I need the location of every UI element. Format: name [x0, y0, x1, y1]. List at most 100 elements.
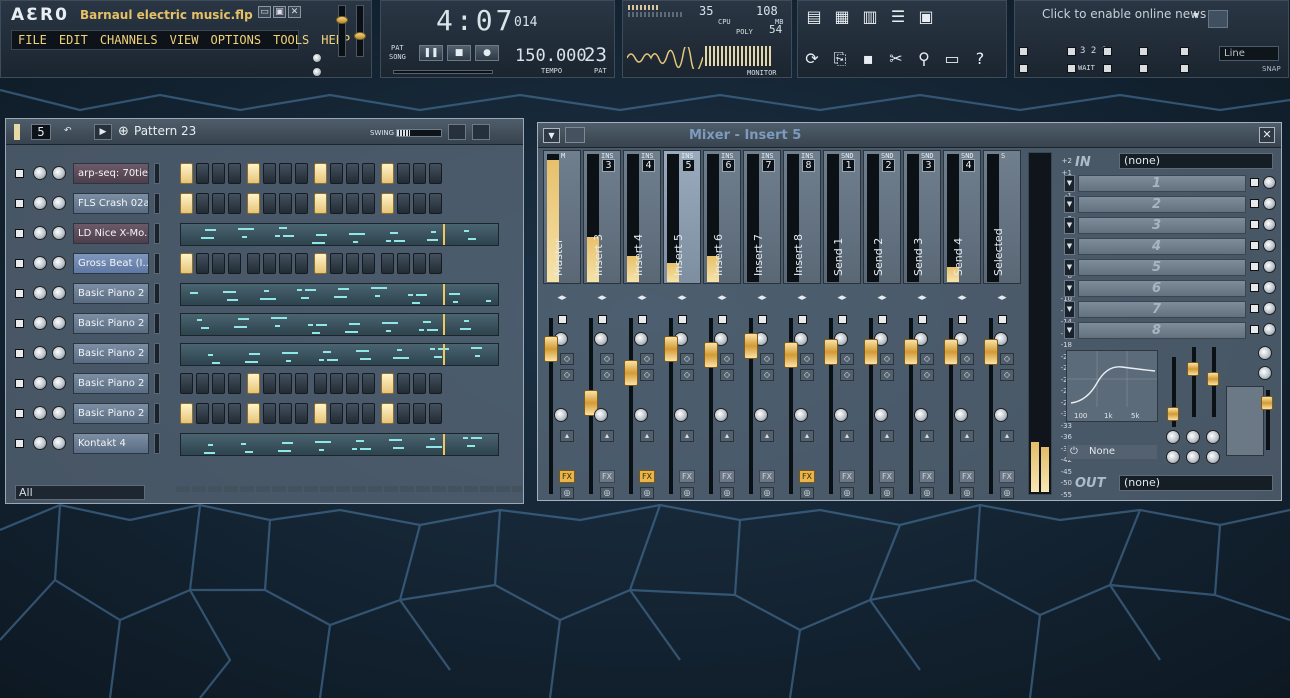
channel-volume-knob[interactable]	[52, 226, 66, 240]
stereo-pan-icon[interactable]: ◂▸	[950, 293, 974, 305]
strip-fader-knob[interactable]	[664, 336, 678, 362]
step-button[interactable]	[397, 163, 410, 184]
strip-record-icon[interactable]: ◎	[560, 487, 574, 499]
strip-mute-led[interactable]	[678, 315, 687, 324]
step-button[interactable]	[397, 253, 410, 274]
strip-fx-button[interactable]: FX	[679, 470, 695, 483]
menu-help[interactable]: HELP	[315, 33, 356, 47]
strip-link-button[interactable]: ◇	[960, 353, 974, 365]
strip-fader-track[interactable]	[904, 318, 918, 494]
step-button[interactable]	[247, 253, 260, 274]
strip-header[interactable]: INS 5 Insert 5	[663, 150, 701, 284]
mini-piano-roll[interactable]	[180, 343, 499, 366]
step-button[interactable]	[212, 373, 225, 394]
menu-channels[interactable]: CHANNELS	[94, 33, 164, 47]
stereo-pan-icon[interactable]: ◂▸	[710, 293, 734, 305]
strip-link-button[interactable]: ◇	[640, 353, 654, 365]
power-icon[interactable]: ⏻	[1070, 446, 1078, 457]
step-button[interactable]	[346, 373, 359, 394]
channel-select-indicator[interactable]	[154, 163, 160, 184]
strip-fx-button[interactable]: FX	[639, 470, 655, 483]
strip-link-button[interactable]: ◇	[720, 353, 734, 365]
strip-header[interactable]: SND 1 Send 1	[823, 150, 861, 284]
strip-record-icon[interactable]: ◎	[880, 487, 894, 499]
strip-route-button[interactable]: ◇	[880, 369, 894, 381]
fx-slot-menu-arrow[interactable]: ▼	[1064, 301, 1075, 318]
step-button[interactable]	[279, 253, 292, 274]
strip-fx-button[interactable]: FX	[919, 470, 935, 483]
fx-slot-enable-led[interactable]	[1250, 304, 1259, 313]
fx-slot-box[interactable]: 1	[1078, 175, 1246, 192]
channel-name-button[interactable]: Basic Piano 2 ...	[73, 403, 149, 424]
channel-pan-knob[interactable]	[33, 286, 47, 300]
strip-route-button[interactable]: ◇	[560, 369, 574, 381]
step-button[interactable]	[314, 253, 327, 274]
channel-mute-led[interactable]	[15, 229, 24, 238]
strip-mute-led[interactable]	[758, 315, 767, 324]
strip-fader-knob[interactable]	[904, 339, 918, 365]
channel-pan-knob[interactable]	[33, 346, 47, 360]
channel-mute-led[interactable]	[15, 169, 24, 178]
fx-slot-mix-knob[interactable]	[1263, 323, 1276, 336]
step-button[interactable]	[330, 163, 343, 184]
fx-slot-menu-arrow[interactable]: ▼	[1064, 322, 1075, 339]
strip-record-icon[interactable]: ◎	[760, 487, 774, 499]
strip-fx-button[interactable]: FX	[999, 470, 1015, 483]
strip-mute-led[interactable]	[558, 315, 567, 324]
strip-send-knob[interactable]	[674, 408, 688, 422]
stereo-pan-icon[interactable]: ◂▸	[830, 293, 854, 305]
mixer-strip[interactable]: S Selected ◂▸ ◇ ◇ ▴ FX ◎	[983, 150, 1021, 499]
fx-slot[interactable]: ▼ 6	[1064, 279, 1276, 298]
strip-header[interactable]: INS 3 Insert 3	[583, 150, 621, 284]
strip-link-button[interactable]: ◇	[920, 353, 934, 365]
channel-mute-led[interactable]	[15, 409, 24, 418]
menu-file[interactable]: FILE	[12, 33, 53, 47]
step-button[interactable]	[413, 253, 426, 274]
strip-send-arrow[interactable]: ▴	[560, 430, 574, 442]
strip-record-icon[interactable]: ◎	[800, 487, 814, 499]
step-button[interactable]	[330, 253, 343, 274]
strip-mute-led[interactable]	[638, 315, 647, 324]
playlist-icon[interactable]: ▤	[803, 7, 825, 27]
step-button[interactable]	[279, 373, 292, 394]
strip-record-icon[interactable]: ◎	[840, 487, 854, 499]
channel-volume-knob[interactable]	[52, 316, 66, 330]
news-dropdown-icon[interactable]: ▼	[1193, 11, 1198, 21]
step-button[interactable]	[429, 403, 442, 424]
step-button[interactable]	[429, 193, 442, 214]
strip-record-icon[interactable]: ◎	[960, 487, 974, 499]
strip-fader-track[interactable]	[544, 318, 558, 494]
step-button[interactable]	[381, 163, 394, 184]
graph-editor-icon[interactable]	[448, 124, 466, 140]
strip-header[interactable]: M Master	[543, 150, 581, 284]
channel-name-button[interactable]: Basic Piano 2 ...	[73, 343, 149, 364]
step-button[interactable]	[295, 403, 308, 424]
channel-volume-knob[interactable]	[52, 376, 66, 390]
strip-fader-knob[interactable]	[784, 342, 798, 368]
channel-select-indicator[interactable]	[154, 313, 160, 334]
strip-mute-led[interactable]	[598, 315, 607, 324]
stereo-slider-knob[interactable]	[1261, 396, 1273, 410]
strip-send-arrow[interactable]: ▴	[800, 430, 814, 442]
menu-tools[interactable]: TOOLS	[267, 33, 315, 47]
strip-fader-track[interactable]	[944, 318, 958, 494]
step-button[interactable]	[196, 193, 209, 214]
strip-header[interactable]: INS 7 Insert 7	[743, 150, 781, 284]
strip-fader-track[interactable]	[584, 318, 598, 494]
step-button[interactable]	[330, 373, 343, 394]
fx-slot-mix-knob[interactable]	[1263, 281, 1276, 294]
step-button[interactable]	[196, 373, 209, 394]
step-button[interactable]	[362, 253, 375, 274]
fx-slot-enable-led[interactable]	[1250, 220, 1259, 229]
channel-pan-knob[interactable]	[33, 196, 47, 210]
cut-icon[interactable]: ✂	[885, 49, 907, 69]
step-button[interactable]	[228, 253, 241, 274]
eq-mid-gain-track[interactable]	[1187, 347, 1199, 417]
strip-send-knob[interactable]	[634, 408, 648, 422]
loop-record-toggle[interactable]	[1103, 64, 1112, 73]
strip-record-icon[interactable]: ◎	[680, 487, 694, 499]
countdown-toggle[interactable]	[1067, 47, 1076, 56]
menu-edit[interactable]: EDIT	[53, 33, 94, 47]
fx-slot-menu-arrow[interactable]: ▼	[1064, 175, 1075, 192]
strip-send-arrow[interactable]: ▴	[960, 430, 974, 442]
